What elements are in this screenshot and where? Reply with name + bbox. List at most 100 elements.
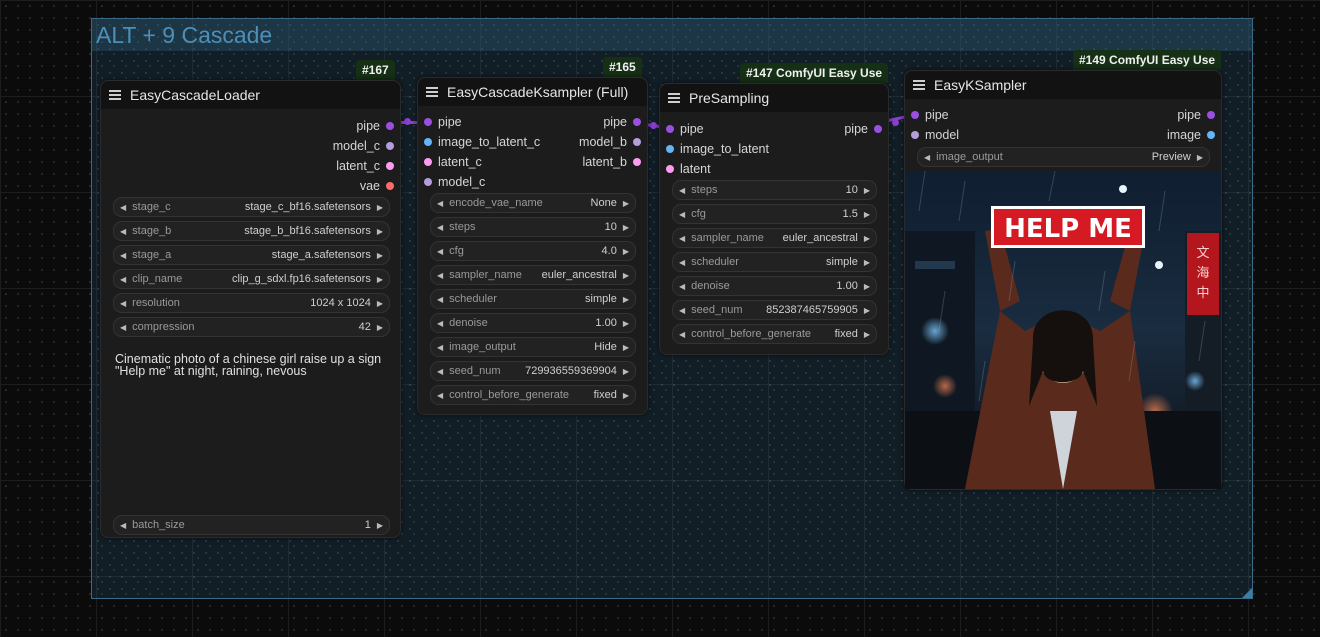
slot-dot[interactable] (666, 125, 674, 133)
arrow-right-icon[interactable]: ▶ (623, 199, 629, 208)
input-slot-pipe[interactable]: pipe (905, 107, 949, 123)
widget-compression[interactable]: ◀ compression 42 ▶ (113, 317, 390, 337)
input-slot-latent[interactable]: latent (660, 161, 711, 177)
menu-icon[interactable] (913, 80, 925, 90)
arrow-left-icon[interactable]: ◀ (120, 521, 126, 530)
arrow-left-icon[interactable]: ◀ (120, 275, 126, 284)
arrow-right-icon[interactable]: ▶ (864, 282, 870, 291)
slot-dot[interactable] (424, 138, 432, 146)
input-slot-image-to-latent-c[interactable]: image_to_latent_c (418, 134, 540, 150)
input-slot-latent-c[interactable]: latent_c (418, 154, 482, 170)
node-header[interactable]: PreSampling (660, 84, 888, 112)
widget-denoise[interactable]: ◀ denoise 1.00 ▶ (672, 276, 877, 296)
slot-dot[interactable] (633, 138, 641, 146)
widget-stage-a[interactable]: ◀ stage_a stage_a.safetensors ▶ (113, 245, 390, 265)
menu-icon[interactable] (109, 90, 121, 100)
arrow-right-icon[interactable]: ▶ (623, 391, 629, 400)
arrow-right-icon[interactable]: ▶ (623, 343, 629, 352)
arrow-left-icon[interactable]: ◀ (679, 330, 685, 339)
arrow-left-icon[interactable]: ◀ (679, 306, 685, 315)
arrow-left-icon[interactable]: ◀ (437, 199, 443, 208)
arrow-right-icon[interactable]: ▶ (623, 223, 629, 232)
arrow-left-icon[interactable]: ◀ (120, 227, 126, 236)
arrow-left-icon[interactable]: ◀ (437, 367, 443, 376)
arrow-left-icon[interactable]: ◀ (924, 153, 930, 162)
widget-image-output[interactable]: ◀ image_output Preview ▶ (917, 147, 1210, 167)
widget-control-before-generate[interactable]: ◀ control_before_generate fixed ▶ (430, 385, 636, 405)
widget-cfg[interactable]: ◀ cfg 4.0 ▶ (430, 241, 636, 261)
slot-dot[interactable] (424, 158, 432, 166)
widget-control-before-generate[interactable]: ◀ control_before_generate fixed ▶ (672, 324, 877, 344)
slot-dot[interactable] (666, 145, 674, 153)
arrow-left-icon[interactable]: ◀ (437, 247, 443, 256)
input-slot-image-to-latent[interactable]: image_to_latent (660, 141, 769, 157)
widget-sampler-name[interactable]: ◀ sampler_name euler_ancestral ▶ (430, 265, 636, 285)
arrow-right-icon[interactable]: ▶ (377, 203, 383, 212)
arrow-right-icon[interactable]: ▶ (864, 186, 870, 195)
widget-image-output[interactable]: ◀ image_output Hide ▶ (430, 337, 636, 357)
widget-denoise[interactable]: ◀ denoise 1.00 ▶ (430, 313, 636, 333)
arrow-right-icon[interactable]: ▶ (377, 323, 383, 332)
widget-seed-num[interactable]: ◀ seed_num 852387465759905 ▶ (672, 300, 877, 320)
input-slot-model-c[interactable]: model_c (418, 174, 485, 190)
arrow-left-icon[interactable]: ◀ (120, 323, 126, 332)
arrow-right-icon[interactable]: ▶ (623, 319, 629, 328)
arrow-left-icon[interactable]: ◀ (679, 234, 685, 243)
slot-dot[interactable] (424, 178, 432, 186)
widget-steps[interactable]: ◀ steps 10 ▶ (672, 180, 877, 200)
arrow-right-icon[interactable]: ▶ (377, 227, 383, 236)
slot-dot[interactable] (666, 165, 674, 173)
arrow-right-icon[interactable]: ▶ (623, 271, 629, 280)
input-slot-model[interactable]: model (905, 127, 959, 143)
slot-dot[interactable] (386, 142, 394, 150)
node-presampling[interactable]: PreSampling pipe image_to_latent latent … (659, 83, 889, 355)
arrow-right-icon[interactable]: ▶ (623, 247, 629, 256)
link-midpoint[interactable] (892, 119, 899, 126)
arrow-left-icon[interactable]: ◀ (679, 210, 685, 219)
arrow-left-icon[interactable]: ◀ (437, 319, 443, 328)
prompt-textarea[interactable]: Cinematic photo of a chinese girl raise … (115, 353, 395, 503)
arrow-right-icon[interactable]: ▶ (864, 234, 870, 243)
output-slot-image[interactable]: image (1167, 127, 1221, 143)
slot-dot[interactable] (633, 158, 641, 166)
arrow-right-icon[interactable]: ▶ (377, 299, 383, 308)
arrow-right-icon[interactable]: ▶ (864, 210, 870, 219)
output-slot-latent-c[interactable]: latent_c (336, 158, 400, 174)
menu-icon[interactable] (426, 87, 438, 97)
slot-dot[interactable] (424, 118, 432, 126)
arrow-right-icon[interactable]: ▶ (864, 330, 870, 339)
arrow-right-icon[interactable]: ▶ (377, 275, 383, 284)
node-header[interactable]: EasyCascadeLoader (101, 81, 400, 109)
slot-dot[interactable] (633, 118, 641, 126)
node-header[interactable]: EasyCascadeKsampler (Full) (418, 78, 647, 106)
link-midpoint[interactable] (650, 122, 657, 129)
preview-image[interactable]: 文 海 中 HELP ME (905, 171, 1221, 489)
arrow-left-icon[interactable]: ◀ (679, 258, 685, 267)
arrow-right-icon[interactable]: ▶ (623, 367, 629, 376)
node-header[interactable]: EasyKSampler (905, 71, 1221, 99)
node-easy-ksampler[interactable]: EasyKSampler pipe model pipe image ◀ imag… (904, 70, 1222, 490)
output-slot-vae[interactable]: vae (360, 178, 400, 194)
arrow-left-icon[interactable]: ◀ (437, 271, 443, 280)
arrow-right-icon[interactable]: ▶ (623, 295, 629, 304)
arrow-left-icon[interactable]: ◀ (679, 282, 685, 291)
slot-dot[interactable] (386, 182, 394, 190)
arrow-left-icon[interactable]: ◀ (120, 251, 126, 260)
group-resize-handle[interactable] (1242, 588, 1252, 598)
arrow-left-icon[interactable]: ◀ (437, 295, 443, 304)
arrow-right-icon[interactable]: ▶ (864, 306, 870, 315)
output-slot-pipe[interactable]: pipe (1177, 107, 1221, 123)
arrow-left-icon[interactable]: ◀ (437, 223, 443, 232)
input-slot-pipe[interactable]: pipe (418, 114, 462, 130)
widget-resolution[interactable]: ◀ resolution 1024 x 1024 ▶ (113, 293, 390, 313)
slot-dot[interactable] (874, 125, 882, 133)
widget-seed-num[interactable]: ◀ seed_num 729936559369904 ▶ (430, 361, 636, 381)
node-easy-cascade-ksampler[interactable]: EasyCascadeKsampler (Full) pipe image_to… (417, 77, 648, 415)
output-slot-pipe[interactable]: pipe (356, 118, 400, 134)
widget-stage-b[interactable]: ◀ stage_b stage_b_bf16.safetensors ▶ (113, 221, 390, 241)
arrow-left-icon[interactable]: ◀ (120, 203, 126, 212)
slot-dot[interactable] (911, 111, 919, 119)
output-slot-latent-b[interactable]: latent_b (583, 154, 647, 170)
widget-sampler-name[interactable]: ◀ sampler_name euler_ancestral ▶ (672, 228, 877, 248)
widget-stage-c[interactable]: ◀ stage_c stage_c_bf16.safetensors ▶ (113, 197, 390, 217)
